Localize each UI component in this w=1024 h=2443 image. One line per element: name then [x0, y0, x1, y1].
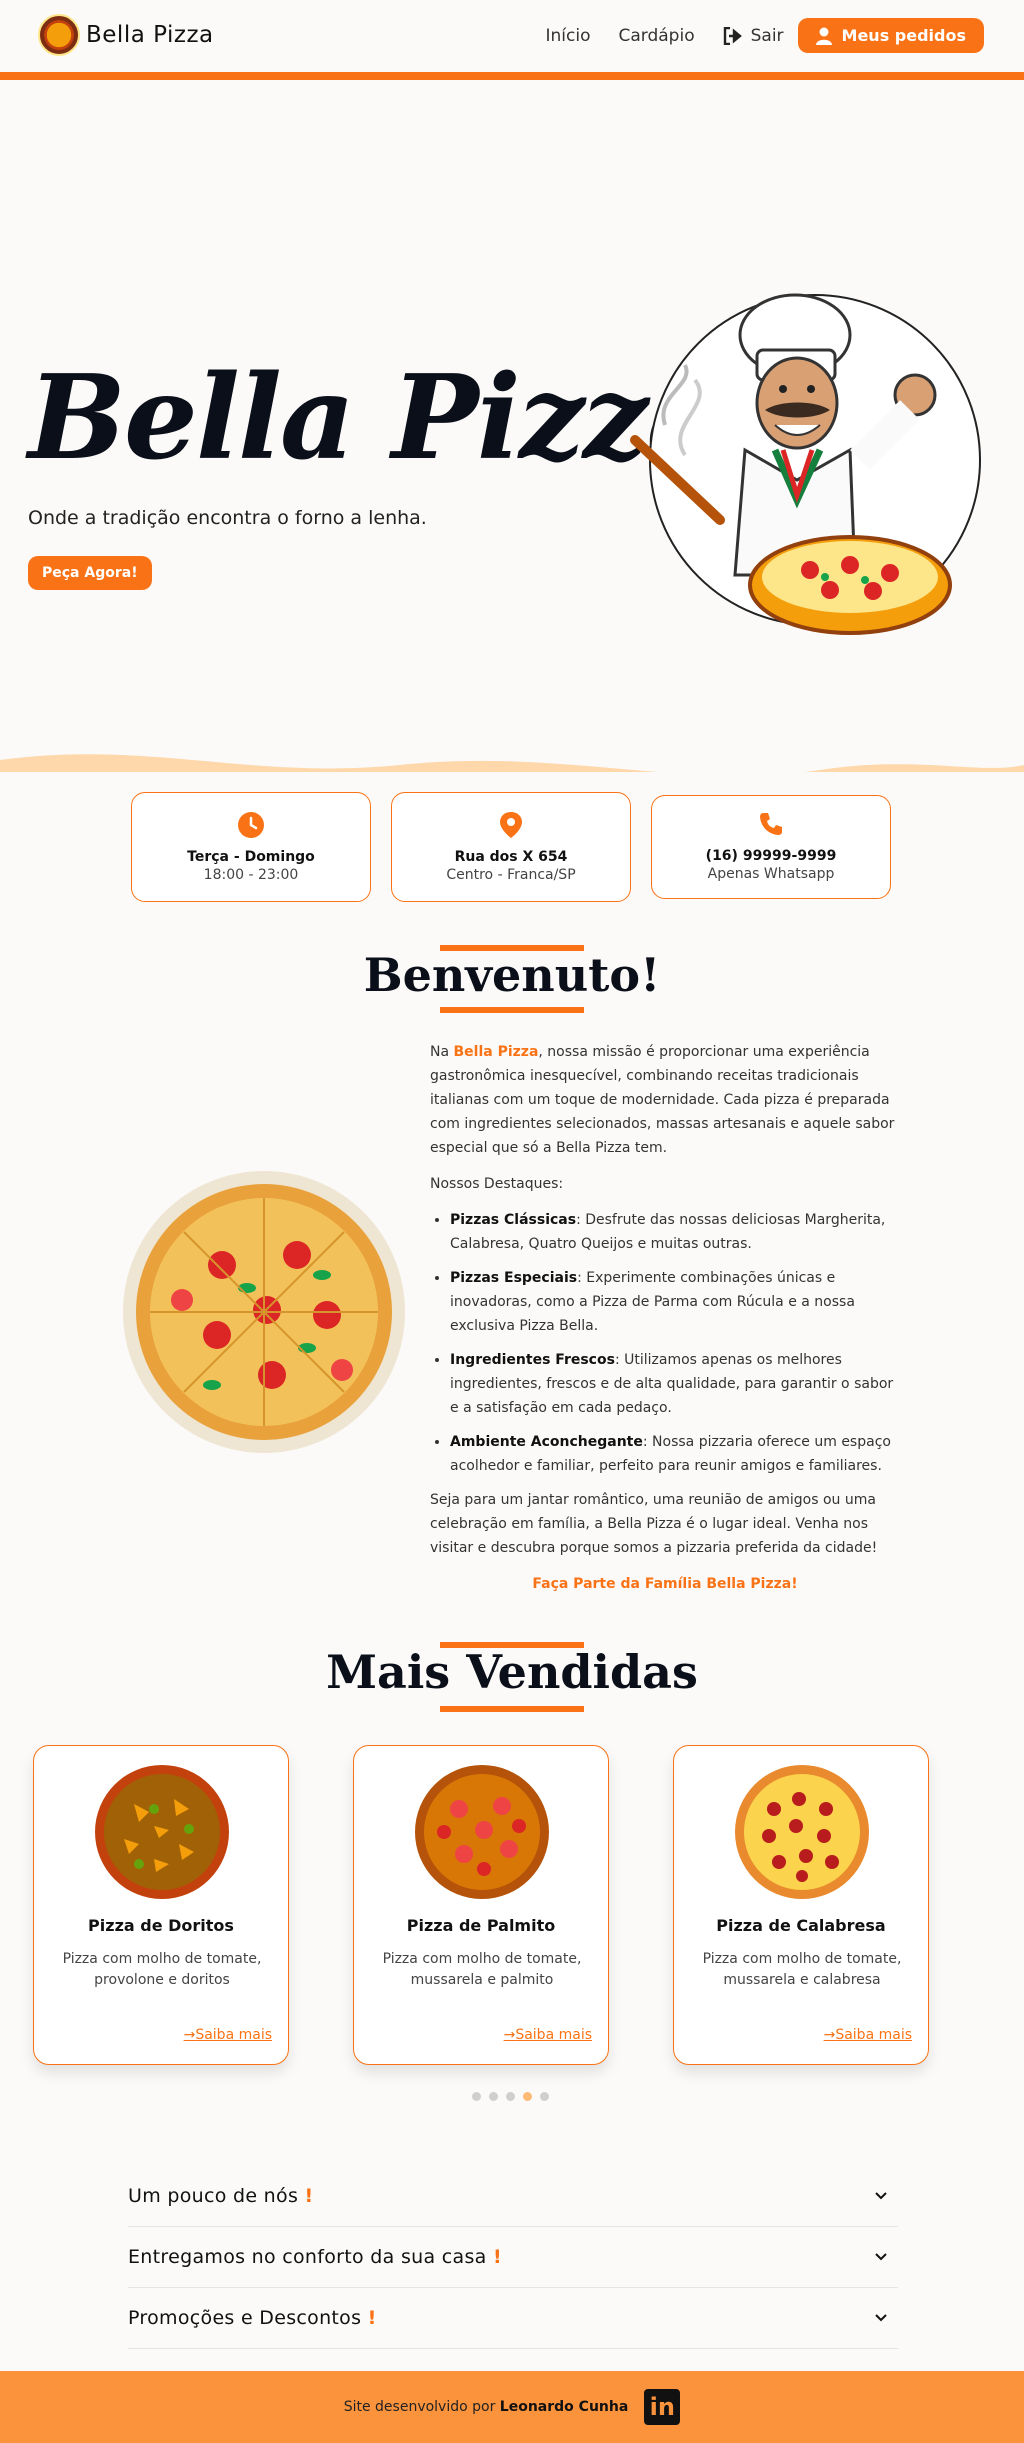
welcome-text: Na Bella Pizza, nossa missão é proporcio… — [430, 1040, 900, 1608]
user-icon — [815, 27, 832, 45]
info-hours-days: Terça - Domingo — [187, 849, 315, 865]
welcome-intro: Na Bella Pizza, nossa missão é proporcio… — [430, 1044, 895, 1156]
chevron-down-icon — [875, 2253, 887, 2261]
arrow-right-icon: → — [503, 2027, 516, 2043]
accordion-item-delivery[interactable]: Entregamos no conforto da sua casa ! — [128, 2227, 898, 2288]
orange-waves-decoration — [0, 754, 1024, 772]
highlights-list: Pizzas Clássicas: Desfrute das nossas de… — [450, 1208, 900, 1478]
product-description: Pizza com molho de tomate, mussarela e c… — [702, 1951, 902, 1988]
arrow-right-icon: → — [183, 2027, 196, 2043]
sign-out-icon — [723, 26, 742, 45]
carousel-dot[interactable] — [489, 2092, 498, 2101]
carousel-pagination — [472, 2092, 557, 2101]
product-name: Pizza de Doritos — [88, 1916, 234, 1935]
info-card-address: Rua dos X 654 Centro - Franca/SP — [391, 792, 631, 902]
carousel-dot[interactable] — [472, 2092, 481, 2101]
hero-section: Bella Pizza Onde a tradição encontra o f… — [0, 80, 1024, 772]
info-cards: Terça - Domingo 18:00 - 23:00 Rua dos X … — [0, 792, 1024, 902]
author-name: Leonardo Cunha — [499, 2399, 629, 2415]
product-description: Pizza com molho de tomate, provolone e d… — [62, 1951, 262, 1988]
hero-subtitle: Onde a tradição encontra o forno a lenha… — [28, 507, 427, 529]
linkedin-icon[interactable]: in — [644, 2389, 681, 2425]
info-phone-number: (16) 99999-9999 — [705, 848, 837, 864]
list-item: Pizzas Especiais: Experimente combinaçõe… — [450, 1266, 900, 1338]
faq-accordion: Um pouco de nós ! Entregamos no conforto… — [128, 2166, 898, 2349]
brand-highlight: Bella Pizza — [453, 1044, 539, 1060]
accordion-item-about[interactable]: Um pouco de nós ! — [128, 2166, 898, 2227]
info-card-phone: (16) 99999-9999 Apenas Whatsapp — [651, 795, 891, 899]
chevron-down-icon — [875, 2314, 887, 2322]
highlights-title: Nossos Destaques: — [430, 1176, 564, 1192]
my-orders-label: Meus pedidos — [841, 26, 966, 45]
welcome-closing: Seja para um jantar romântico, uma reuni… — [430, 1492, 878, 1556]
site-footer: Site desenvolvido por Leonardo Cunha in — [0, 2371, 1024, 2443]
bestsellers-carousel: Pizza de Doritos Pizza com molho de toma… — [0, 1745, 1024, 2065]
carousel-dot[interactable] — [540, 2092, 549, 2101]
chevron-down-icon — [875, 2192, 887, 2200]
product-card[interactable]: Pizza de Doritos Pizza com molho de toma… — [33, 1745, 289, 2065]
info-hours-time: 18:00 - 23:00 — [203, 867, 299, 883]
product-card[interactable]: Pizza de Calabresa Pizza com molho de to… — [673, 1745, 929, 2065]
order-now-button[interactable]: Peça Agora! — [28, 556, 152, 590]
learn-more-link[interactable]: →Saiba mais — [184, 2027, 272, 2043]
accordion-label: Promoções e Descontos — [128, 2307, 362, 2329]
learn-more-link[interactable]: →Saiba mais — [504, 2027, 592, 2043]
clock-icon — [238, 812, 264, 838]
pizza-palmito-image — [415, 1765, 549, 1899]
main-nav: Início Cardápio Sair Meus pedidos — [546, 18, 984, 53]
site-header: Bella Pizza Início Cardápio Sair Meus pe… — [0, 0, 1024, 80]
pizza-logo-icon — [38, 14, 80, 56]
title-accent-bar — [440, 1706, 584, 1712]
hero-title: Bella Pizza — [28, 350, 722, 486]
nav-link-inicio[interactable]: Início — [546, 26, 591, 46]
accordion-label: Um pouco de nós — [128, 2185, 299, 2207]
product-name: Pizza de Calabresa — [716, 1916, 886, 1935]
accordion-label: Entregamos no conforto da sua casa — [128, 2246, 487, 2268]
carousel-dot[interactable] — [523, 2092, 532, 2101]
info-address-street: Rua dos X 654 — [454, 849, 568, 865]
info-address-city: Centro - Franca/SP — [446, 867, 576, 883]
pizza-calabresa-image — [735, 1765, 869, 1899]
info-card-hours: Terça - Domingo 18:00 - 23:00 — [131, 792, 371, 902]
join-family-link[interactable]: Faça Parte da Família Bella Pizza! — [430, 1572, 900, 1596]
list-item: Ingredientes Frescos: Utilizamos apenas … — [450, 1348, 900, 1420]
footer-credit: Site desenvolvido por Leonardo Cunha — [343, 2399, 629, 2415]
my-orders-button[interactable]: Meus pedidos — [797, 18, 984, 53]
bestsellers-title: Mais Vendidas — [326, 1645, 698, 1699]
product-card[interactable]: Pizza de Palmito Pizza com molho de toma… — [353, 1745, 609, 2065]
product-description: Pizza com molho de tomate, mussarela e p… — [382, 1951, 582, 1988]
pizza-image — [123, 1171, 405, 1453]
logout-label: Sair — [750, 25, 784, 46]
pizza-doritos-image — [95, 1765, 229, 1899]
chef-mascot-illustration — [630, 293, 981, 635]
nav-link-cardapio[interactable]: Cardápio — [619, 26, 695, 46]
carousel-dot[interactable] — [506, 2092, 515, 2101]
title-accent-bar — [440, 1007, 584, 1013]
list-item: Pizzas Clássicas: Desfrute das nossas de… — [450, 1208, 900, 1256]
brand-name: Bella Pizza — [86, 22, 214, 48]
arrow-right-icon: → — [823, 2027, 836, 2043]
product-name: Pizza de Palmito — [406, 1916, 556, 1935]
list-item: Ambiente Aconchegante: Nossa pizzaria of… — [450, 1430, 900, 1478]
brand[interactable]: Bella Pizza — [38, 14, 214, 56]
phone-icon — [760, 813, 782, 835]
info-phone-note: Apenas Whatsapp — [707, 866, 835, 882]
accordion-item-promotions[interactable]: Promoções e Descontos ! — [128, 2288, 898, 2349]
logout-link[interactable]: Sair — [723, 26, 784, 46]
location-pin-icon — [500, 812, 522, 838]
learn-more-link[interactable]: →Saiba mais — [824, 2027, 912, 2043]
welcome-title: Benvenuto! — [363, 948, 661, 1002]
